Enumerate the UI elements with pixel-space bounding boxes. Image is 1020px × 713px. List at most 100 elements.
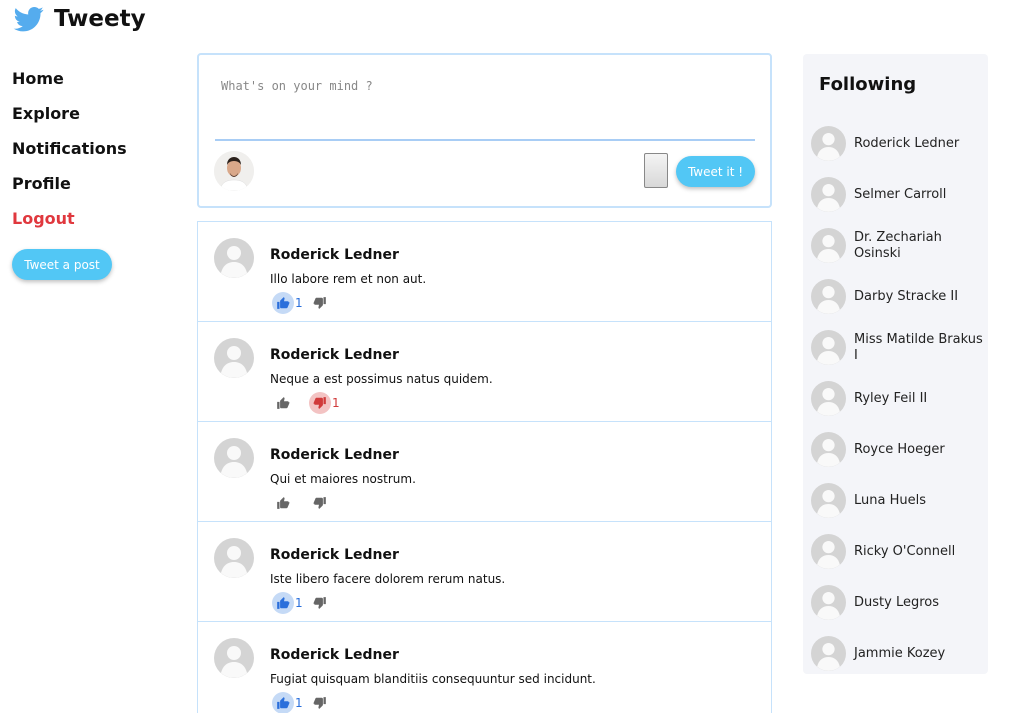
author-avatar[interactable] — [214, 238, 254, 278]
dislike-button[interactable] — [309, 492, 342, 514]
following-user[interactable]: Luna Huels — [811, 475, 983, 526]
following-user[interactable]: Ryley Feil II — [811, 373, 983, 424]
tweet-composer: Tweet it ! — [197, 53, 772, 208]
user-avatar — [811, 177, 846, 212]
like-button[interactable] — [272, 392, 305, 414]
thumbs-up-icon — [272, 292, 294, 314]
tweet-input[interactable] — [215, 71, 755, 141]
following-title: Following — [819, 74, 917, 95]
following-user[interactable]: Royce Hoeger — [811, 424, 983, 475]
thumbs-down-icon — [309, 292, 331, 314]
thumbs-down-icon — [309, 492, 331, 514]
following-user[interactable]: Dr. Zechariah Osinski — [811, 220, 983, 271]
author-avatar[interactable] — [214, 338, 254, 378]
thumbs-up-icon — [272, 592, 294, 614]
media-picker[interactable] — [644, 153, 668, 188]
dislike-button[interactable]: 1 — [309, 392, 342, 414]
following-user[interactable]: Ricky O'Connell — [811, 526, 983, 577]
tweet-reactions: 1 — [272, 392, 342, 414]
current-user-avatar[interactable] — [214, 151, 254, 191]
tweet-item: Roderick Ledner Qui et maiores nostrum. — [198, 422, 771, 522]
nav-profile[interactable]: Profile — [12, 173, 182, 208]
user-name: Darby Stracke II — [854, 288, 959, 304]
thumbs-down-icon — [309, 692, 331, 713]
tweet-feed: Roderick Ledner Illo labore rem et non au… — [197, 221, 772, 713]
tweet-item: Roderick Ledner Fugiat quisquam blanditii… — [198, 622, 771, 713]
following-user[interactable]: Darby Stracke II — [811, 271, 983, 322]
twitter-bird-icon — [13, 7, 44, 32]
tweet-a-post-button[interactable]: Tweet a post — [12, 249, 112, 280]
user-avatar — [811, 585, 846, 620]
thumbs-up-icon — [272, 492, 294, 514]
tweet-author[interactable]: Roderick Ledner — [270, 247, 399, 263]
nav-explore[interactable]: Explore — [12, 103, 182, 138]
thumbs-down-icon — [309, 392, 331, 414]
user-name: Miss Matilde Brakus I — [854, 331, 983, 363]
user-name: Jammie Kozey — [854, 645, 946, 661]
following-list: Roderick Ledner Selmer Carroll Dr. Zechari… — [811, 118, 983, 679]
tweet-author[interactable]: Roderick Ledner — [270, 547, 399, 563]
like-button[interactable]: 1 — [272, 692, 305, 713]
nav-home[interactable]: Home — [12, 68, 182, 103]
tweet-text: Fugiat quisquam blanditiis consequuntur … — [270, 672, 596, 686]
following-user[interactable]: Selmer Carroll — [811, 169, 983, 220]
author-avatar[interactable] — [214, 638, 254, 678]
author-avatar[interactable] — [214, 538, 254, 578]
user-name: Dusty Legros — [854, 594, 939, 610]
following-user[interactable]: Miss Matilde Brakus I — [811, 322, 983, 373]
user-name: Dr. Zechariah Osinski — [854, 229, 942, 261]
tweet-reactions: 1 — [272, 692, 342, 713]
following-user[interactable]: Jammie Kozey — [811, 628, 983, 679]
dislike-button[interactable] — [309, 592, 342, 614]
user-avatar — [811, 432, 846, 467]
tweet-item: Roderick Ledner Neque a est possimus natu… — [198, 322, 771, 422]
tweet-text: Iste libero facere dolorem rerum natus. — [270, 572, 506, 586]
tweet-item: Roderick Ledner Illo labore rem et non au… — [198, 222, 771, 322]
tweet-text: Illo labore rem et non aut. — [270, 272, 427, 286]
user-avatar — [811, 330, 846, 365]
tweet-item: Roderick Ledner Iste libero facere dolore… — [198, 522, 771, 622]
like-count: 1 — [295, 296, 303, 310]
tweet-text: Qui et maiores nostrum. — [270, 472, 416, 486]
like-button[interactable]: 1 — [272, 292, 305, 314]
user-name: Ricky O'Connell — [854, 543, 956, 559]
user-avatar — [811, 126, 846, 161]
thumbs-up-icon — [272, 692, 294, 713]
tweet-text: Neque a est possimus natus quidem. — [270, 372, 493, 386]
dislike-button[interactable] — [309, 692, 342, 713]
tweet-reactions: 1 — [272, 292, 342, 314]
user-avatar — [811, 534, 846, 569]
main-nav: Home Explore Notifications Profile Logou… — [12, 68, 182, 280]
nav-logout[interactable]: Logout — [12, 208, 182, 243]
app-name: Tweety — [54, 6, 146, 32]
following-user[interactable]: Roderick Ledner — [811, 118, 983, 169]
user-name: Roderick Ledner — [854, 135, 960, 151]
user-avatar — [811, 279, 846, 314]
nav-notifications[interactable]: Notifications — [12, 138, 182, 173]
user-avatar — [811, 636, 846, 671]
user-avatar — [811, 381, 846, 416]
like-button[interactable] — [272, 492, 305, 514]
user-photo-icon — [214, 151, 254, 191]
tweet-author[interactable]: Roderick Ledner — [270, 647, 399, 663]
thumbs-up-icon — [272, 392, 294, 414]
user-name: Selmer Carroll — [854, 186, 947, 202]
like-count: 1 — [295, 596, 303, 610]
thumbs-down-icon — [309, 592, 331, 614]
following-panel: Following Roderick Ledner Selmer Carroll D… — [803, 54, 988, 674]
user-name: Royce Hoeger — [854, 441, 945, 457]
tweet-it-button[interactable]: Tweet it ! — [676, 156, 755, 187]
user-name: Luna Huels — [854, 492, 926, 508]
following-user[interactable]: Dusty Legros — [811, 577, 983, 628]
author-avatar[interactable] — [214, 438, 254, 478]
tweet-author[interactable]: Roderick Ledner — [270, 347, 399, 363]
dislike-button[interactable] — [309, 292, 342, 314]
brand[interactable]: Tweety — [12, 4, 146, 34]
tweet-reactions — [272, 492, 342, 514]
user-avatar — [811, 483, 846, 518]
like-button[interactable]: 1 — [272, 592, 305, 614]
user-avatar — [811, 228, 846, 263]
tweet-author[interactable]: Roderick Ledner — [270, 447, 399, 463]
tweet-reactions: 1 — [272, 592, 342, 614]
user-name: Ryley Feil II — [854, 390, 928, 406]
